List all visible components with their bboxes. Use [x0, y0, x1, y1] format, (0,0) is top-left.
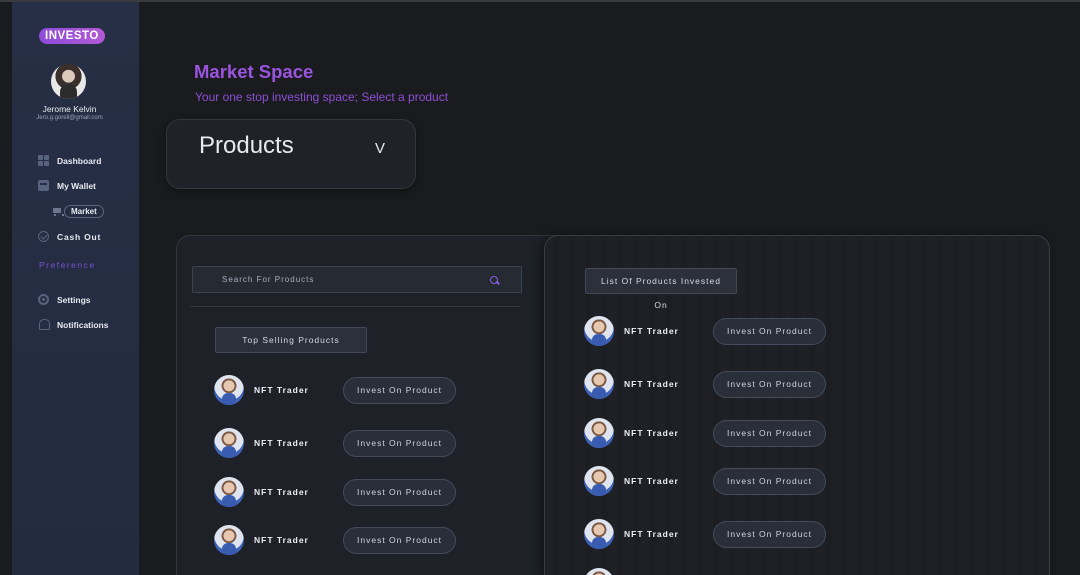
list-item: NFT Trader Invest On Product	[584, 466, 827, 496]
product-avatar	[214, 525, 244, 555]
product-name: NFT Trader	[254, 385, 309, 395]
invest-button[interactable]: Invest On Product	[713, 520, 827, 548]
product-name: NFT Trader	[254, 535, 309, 545]
product-dropdown[interactable]: Products V	[166, 119, 416, 189]
product-avatar	[584, 519, 614, 549]
app-logo[interactable]: INVESTO	[39, 28, 105, 44]
product-name: NFT Trader	[624, 476, 679, 486]
product-avatar	[584, 418, 614, 448]
list-item: NFT Trader Invest On Product	[584, 519, 827, 549]
check-circle-icon	[38, 231, 49, 242]
sidebar-item-settings[interactable]: Settings	[38, 294, 91, 305]
product-name: NFT Trader	[254, 487, 309, 497]
product-name: NFT Trader	[624, 529, 679, 539]
list-item: NFT Trader Invest On Product	[584, 418, 827, 448]
sidebar-item-label: Notifications	[57, 319, 109, 330]
product-avatar	[214, 375, 244, 405]
grid-icon	[38, 155, 49, 166]
product-name: NFT Trader	[624, 379, 679, 389]
sidebar-item-dashboard[interactable]: Dashboard	[38, 155, 101, 166]
search-placeholder: Search For Products	[222, 275, 315, 284]
product-dropdown-value: Products	[199, 132, 294, 159]
sidebar-item-notifications[interactable]: Notifications	[38, 319, 108, 330]
invested-products-heading: List Of Products Invested On	[585, 268, 737, 310]
search-icon[interactable]	[490, 275, 498, 284]
sidebar-item-preference[interactable]: Preference	[39, 260, 96, 270]
list-item: NFT Trader Invest On Product	[214, 428, 457, 458]
user-name: Jerome Kelvin	[42, 104, 97, 114]
invest-button[interactable]: Invest On Product	[713, 370, 827, 398]
user-email: Jero.g.gorell@gmail.com	[36, 115, 103, 121]
page-title: Market Space	[194, 61, 314, 82]
page-subtitle: Your one stop investing space; Select a …	[195, 90, 449, 104]
window-top-border	[0, 0, 1080, 2]
invest-button[interactable]: Invest On Product	[343, 478, 457, 506]
product-avatar	[214, 477, 244, 507]
sidebar-item-label: Market	[64, 205, 104, 218]
sidebar-item-wallet[interactable]: My Wallet	[38, 180, 96, 191]
product-avatar	[584, 316, 614, 346]
product-name: NFT Trader	[624, 326, 679, 336]
list-item: NFT Trader Invest On Product	[214, 477, 457, 507]
product-avatar	[584, 466, 614, 496]
product-avatar	[584, 568, 614, 575]
search-input[interactable]: Search For Products	[192, 266, 522, 293]
product-name: NFT Trader	[254, 438, 309, 448]
sidebar-item-label: My Wallet	[57, 180, 96, 191]
list-item: NFT Trader Invest On Product	[584, 369, 827, 399]
sidebar: INVESTO Jerome Kelvin Jero.g.gorell@gmai…	[12, 2, 139, 575]
list-item: NFT Trader Invest On Product	[584, 316, 827, 346]
gear-icon	[38, 294, 49, 305]
list-item: NFT Trader Invest On Product	[214, 525, 457, 555]
user-avatar[interactable]	[51, 64, 86, 99]
sidebar-item-market[interactable]: Market	[52, 205, 104, 218]
cart-icon	[52, 207, 64, 216]
product-name: NFT Trader	[624, 428, 679, 438]
invest-button[interactable]: Invest On Product	[343, 526, 457, 554]
sidebar-item-label: Dashboard	[57, 155, 102, 166]
product-avatar	[584, 369, 614, 399]
list-item: NFT Trader Invest On Product	[214, 375, 457, 405]
invest-button[interactable]: Invest On Product	[713, 419, 827, 447]
invest-button[interactable]: Invest On Product	[343, 376, 457, 404]
chevron-down-icon: V	[375, 140, 386, 157]
invest-button[interactable]: Invest On Product	[713, 317, 827, 345]
product-avatar	[214, 428, 244, 458]
bell-icon	[38, 319, 50, 330]
invest-button[interactable]: Invest On Product	[713, 467, 827, 495]
sidebar-item-label: Cash Out	[57, 231, 102, 242]
top-selling-heading: Top Selling Products	[215, 327, 367, 353]
wallet-icon	[38, 180, 49, 191]
divider	[190, 306, 520, 307]
sidebar-item-label: Settings	[57, 294, 91, 305]
sidebar-item-cash-out[interactable]: Cash Out	[38, 231, 101, 242]
invest-button[interactable]: Invest On Product	[343, 429, 457, 457]
list-item-partial	[584, 568, 614, 575]
